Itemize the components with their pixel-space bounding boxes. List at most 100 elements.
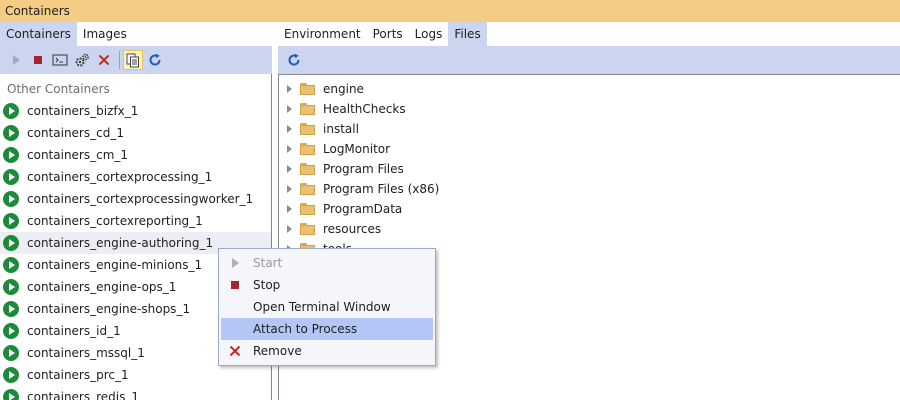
start-button[interactable] [6, 50, 26, 70]
folder-row[interactable]: Program Files [279, 159, 900, 179]
folder-icon [300, 83, 316, 95]
containers-toolbar [0, 46, 272, 74]
folder-name: LogMonitor [323, 142, 391, 156]
container-name: containers_cd_1 [27, 126, 124, 140]
expand-arrow-icon[interactable] [287, 165, 292, 173]
running-status-icon [3, 235, 19, 251]
stop-button[interactable] [28, 50, 48, 70]
settings-button[interactable] [72, 50, 92, 70]
container-row[interactable]: containers_redis_1 [0, 386, 271, 400]
tab-logs[interactable]: Logs [409, 22, 449, 46]
play-icon [13, 55, 20, 65]
terminal-icon [52, 54, 68, 66]
container-name: containers_id_1 [27, 324, 121, 338]
menu-item-label: Attach to Process [253, 322, 358, 336]
folder-icon [300, 143, 316, 155]
toolbar-separator [119, 51, 120, 69]
folder-icon [300, 203, 316, 215]
stop-icon [231, 281, 239, 289]
folder-name: ProgramData [323, 202, 403, 216]
running-status-icon [3, 191, 19, 207]
container-name: containers_redis_1 [27, 390, 140, 400]
copy-files-button[interactable] [123, 50, 143, 70]
running-status-icon [3, 279, 19, 295]
refresh-icon [288, 53, 300, 66]
group-header: Other Containers [7, 82, 110, 96]
menu-item-start[interactable]: Start [221, 252, 433, 274]
files-toolbar [278, 46, 900, 74]
folder-row[interactable]: HealthChecks [279, 99, 900, 119]
left-tab-strip: Containers Images [0, 22, 272, 46]
folder-name: resources [323, 222, 382, 236]
refresh-files-button[interactable] [284, 50, 304, 70]
running-status-icon [3, 257, 19, 273]
container-name: containers_cm_1 [27, 148, 129, 162]
folder-name: engine [323, 82, 364, 96]
folder-icon [300, 163, 316, 175]
refresh-containers-button[interactable] [145, 50, 165, 70]
folder-row[interactable]: engine [279, 79, 900, 99]
expand-arrow-icon[interactable] [287, 145, 292, 153]
play-icon [232, 258, 239, 268]
container-name: containers_engine-ops_1 [27, 280, 177, 294]
expand-arrow-icon[interactable] [287, 185, 292, 193]
running-status-icon [3, 169, 19, 185]
menu-item-open-terminal[interactable]: Open Terminal Window [221, 296, 433, 318]
container-row[interactable]: containers_cortexreporting_1 [0, 210, 271, 232]
running-status-icon [3, 125, 19, 141]
tab-files[interactable]: Files [448, 22, 487, 46]
container-name: containers_cortexprocessing_1 [27, 170, 213, 184]
menu-item-attach-to-process[interactable]: Attach to Process [221, 318, 433, 340]
folder-row[interactable]: install [279, 119, 900, 139]
container-row[interactable]: containers_cm_1 [0, 144, 271, 166]
running-status-icon [3, 301, 19, 317]
expand-arrow-icon[interactable] [287, 225, 292, 233]
terminal-button[interactable] [50, 50, 70, 70]
stop-icon [34, 56, 42, 64]
container-row[interactable]: containers_cortexprocessingworker_1 [0, 188, 271, 210]
folder-row[interactable]: resources [279, 219, 900, 239]
menu-item-label: Start [253, 256, 283, 270]
menu-item-label: Remove [253, 344, 302, 358]
folder-row[interactable]: ProgramData [279, 199, 900, 219]
folder-row[interactable]: LogMonitor [279, 139, 900, 159]
running-status-icon [3, 323, 19, 339]
container-name: containers_bizfx_1 [27, 104, 139, 118]
expand-arrow-icon[interactable] [287, 205, 292, 213]
container-name: containers_cortexreporting_1 [27, 214, 203, 228]
folder-name: Program Files [323, 162, 404, 176]
delete-button[interactable] [94, 50, 114, 70]
container-row[interactable]: containers_cd_1 [0, 122, 271, 144]
container-name: containers_mssql_1 [27, 346, 145, 360]
expand-arrow-icon[interactable] [287, 105, 292, 113]
container-row[interactable]: containers_bizfx_1 [0, 100, 271, 122]
container-row[interactable]: containers_cortexprocessing_1 [0, 166, 271, 188]
menu-item-remove[interactable]: Remove [221, 340, 433, 362]
tab-ports[interactable]: Ports [367, 22, 409, 46]
folder-icon [300, 123, 316, 135]
container-row[interactable]: containers_prc_1 [0, 364, 271, 386]
container-name: containers_engine-authoring_1 [27, 236, 214, 250]
running-status-icon [3, 367, 19, 383]
running-status-icon [3, 147, 19, 163]
running-status-icon [3, 389, 19, 400]
folder-icon [300, 103, 316, 115]
menu-item-stop[interactable]: Stop [221, 274, 433, 296]
menu-item-label: Open Terminal Window [253, 300, 391, 314]
delete-icon [98, 54, 110, 66]
container-name: containers_engine-minions_1 [27, 258, 203, 272]
folder-name: Program Files (x86) [323, 182, 440, 196]
tab-environment[interactable]: Environment [278, 22, 367, 46]
gears-icon [75, 53, 89, 67]
container-name: containers_prc_1 [27, 368, 129, 382]
tab-containers[interactable]: Containers [0, 22, 77, 46]
folder-name: install [323, 122, 359, 136]
folder-name: HealthChecks [323, 102, 406, 116]
expand-arrow-icon[interactable] [287, 85, 292, 93]
expand-arrow-icon[interactable] [287, 125, 292, 133]
right-tab-strip: Environment Ports Logs Files [278, 22, 900, 46]
tab-images[interactable]: Images [77, 22, 133, 46]
container-name: containers_cortexprocessingworker_1 [27, 192, 254, 206]
window-title: Containers [0, 0, 900, 22]
folder-row[interactable]: Program Files (x86) [279, 179, 900, 199]
